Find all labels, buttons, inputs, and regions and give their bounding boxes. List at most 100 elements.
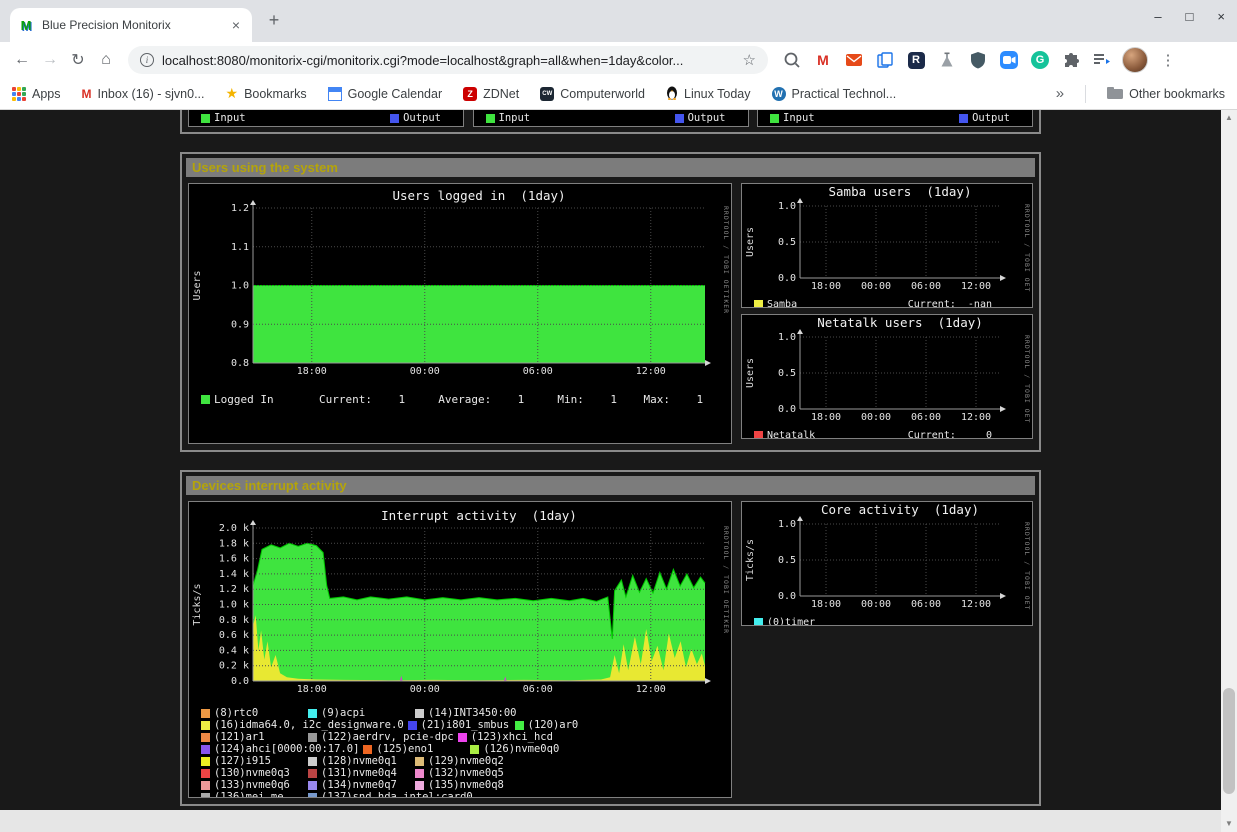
svg-text:1.1: 1.1 xyxy=(231,242,249,253)
forward-button[interactable]: → xyxy=(36,46,64,74)
other-bookmarks-folder[interactable]: Other bookmarks xyxy=(1107,86,1225,102)
vertical-scrollbar[interactable]: ▲ ▼ xyxy=(1221,110,1237,832)
bookmark-label: Computerworld xyxy=(560,87,645,101)
core-activity-graph[interactable]: Core activity (1day)Ticks/s1.00.50.018:0… xyxy=(741,501,1033,626)
interrupt-activity-graph[interactable]: Interrupt activity (1day)Ticks/s2.0 k1.8… xyxy=(188,501,732,798)
search-extension-icon[interactable] xyxy=(782,50,802,70)
svg-text:Ticks/s: Ticks/s xyxy=(745,539,756,581)
bookmarks-overflow-chevron[interactable]: » xyxy=(1056,85,1064,102)
output-swatch-icon xyxy=(390,114,399,123)
reload-button[interactable]: ↻ xyxy=(64,46,92,74)
gmail-extension-icon[interactable]: M xyxy=(813,50,833,70)
mail-extension-icon[interactable] xyxy=(844,50,864,70)
bookmark-apps[interactable]: Apps xyxy=(12,87,61,101)
svg-text:18:00: 18:00 xyxy=(811,412,841,423)
scrollbar-thumb[interactable] xyxy=(1223,688,1235,794)
svg-text:1.2 k: 1.2 k xyxy=(219,584,249,595)
svg-text:RRDTOOL / TOBI OETIKER: RRDTOOL / TOBI OETIKER xyxy=(722,206,730,314)
svg-text:Ticks/s: Ticks/s xyxy=(192,583,203,625)
svg-text:0.5: 0.5 xyxy=(778,555,796,566)
input-swatch-icon xyxy=(201,114,210,123)
svg-text:18:00: 18:00 xyxy=(297,684,327,695)
svg-text:0.9: 0.9 xyxy=(231,319,249,330)
bookmark-label: ZDNet xyxy=(483,87,519,101)
svg-text:0.4 k: 0.4 k xyxy=(219,645,249,656)
computerworld-icon: CW xyxy=(540,87,554,101)
section-title-interrupts: Devices interrupt activity xyxy=(186,476,1035,495)
legend-input: Input xyxy=(201,112,246,124)
window-maximize-button[interactable]: □ xyxy=(1186,9,1194,24)
svg-text:0.2 k: 0.2 k xyxy=(219,661,249,672)
extensions-puzzle-icon[interactable] xyxy=(1061,50,1081,70)
bookmark-inbox[interactable]: M Inbox (16) - sjvn0... xyxy=(82,87,205,101)
address-bar[interactable]: i localhost:8080/monitorix-cgi/monitorix… xyxy=(128,46,768,74)
bookmark-label: Linux Today xyxy=(684,87,751,101)
home-button[interactable]: ⌂ xyxy=(92,46,120,74)
svg-text:0.6 k: 0.6 k xyxy=(219,630,249,641)
svg-text:Users: Users xyxy=(192,270,203,300)
shield-extension-icon[interactable] xyxy=(968,50,988,70)
section-interrupts: Devices interrupt activity Interrupt act… xyxy=(180,470,1041,806)
legend-output: Output xyxy=(390,112,441,124)
bookmark-bookmarks[interactable]: ★ Bookmarks xyxy=(226,85,307,102)
svg-text:12:00: 12:00 xyxy=(636,684,666,695)
svg-text:06:00: 06:00 xyxy=(911,281,941,292)
svg-text:12:00: 12:00 xyxy=(961,599,991,610)
bookmark-star-icon[interactable]: ☆ xyxy=(743,51,756,69)
svg-text:00:00: 00:00 xyxy=(861,412,891,423)
network-graph-cut-1[interactable]: Input Output xyxy=(188,110,464,127)
svg-text:00:00: 00:00 xyxy=(410,366,440,377)
flask-extension-icon[interactable] xyxy=(937,50,957,70)
users-logged-in-graph[interactable]: Users logged in (1day)Users1.21.11.00.90… xyxy=(188,183,732,444)
svg-text:1.0: 1.0 xyxy=(231,281,249,292)
folder-icon xyxy=(1107,86,1123,102)
svg-text:1.6 k: 1.6 k xyxy=(219,554,249,565)
browser-menu-button[interactable]: ⋮ xyxy=(1154,46,1182,74)
svg-text:1.0: 1.0 xyxy=(778,201,796,212)
bookmark-linux-today[interactable]: Linux Today xyxy=(666,85,751,103)
svg-text:Users logged in (1day): Users logged in (1day) xyxy=(392,188,565,203)
r-extension-icon[interactable]: R xyxy=(906,50,926,70)
monitorix-page: Input Output Input Output Input Output U… xyxy=(180,110,1041,806)
network-graph-cut-2[interactable]: Input Output xyxy=(473,110,749,127)
bookmark-google-calendar[interactable]: Google Calendar xyxy=(328,87,443,101)
window-minimize-button[interactable]: – xyxy=(1154,9,1161,24)
scroll-up-arrow[interactable]: ▲ xyxy=(1221,110,1237,126)
window-controls: – □ × xyxy=(1154,9,1225,24)
netatalk-users-graph[interactable]: Netatalk users (1day)Users1.00.50.018:00… xyxy=(741,314,1033,439)
samba-users-graph[interactable]: Samba users (1day)Users1.00.50.018:0000:… xyxy=(741,183,1033,308)
svg-text:18:00: 18:00 xyxy=(811,281,841,292)
copy-pages-extension-icon[interactable] xyxy=(875,50,895,70)
bookmark-label: Apps xyxy=(32,87,61,101)
url-text[interactable]: localhost:8080/monitorix-cgi/monitorix.c… xyxy=(162,53,735,68)
svg-text:12:00: 12:00 xyxy=(636,366,666,377)
new-tab-button[interactable]: + xyxy=(262,10,286,31)
site-info-icon[interactable]: i xyxy=(140,53,154,67)
network-graph-cut-3[interactable]: Input Output xyxy=(757,110,1033,127)
svg-text:RRDTOOL / TOBI OETIKER: RRDTOOL / TOBI OETIKER xyxy=(722,526,730,634)
monitorix-favicon-icon: M xyxy=(18,18,34,33)
zoom-extension-icon[interactable] xyxy=(999,50,1019,70)
bookmark-practical-technology[interactable]: W Practical Technol... xyxy=(772,87,897,101)
profile-avatar[interactable] xyxy=(1122,47,1148,73)
gmail-icon: M xyxy=(82,87,92,101)
scroll-down-arrow[interactable]: ▼ xyxy=(1221,816,1237,832)
svg-text:00:00: 00:00 xyxy=(861,599,891,610)
grammarly-extension-icon[interactable]: G xyxy=(1030,50,1050,70)
svg-text:Core activity (1day): Core activity (1day) xyxy=(821,502,979,517)
wordpress-icon: W xyxy=(772,87,786,101)
svg-text:0.5: 0.5 xyxy=(778,368,796,379)
window-close-button[interactable]: × xyxy=(1217,9,1225,24)
input-swatch-icon xyxy=(486,114,495,123)
svg-text:12:00: 12:00 xyxy=(961,281,991,292)
svg-text:Interrupt activity (1day): Interrupt activity (1day) xyxy=(381,508,577,523)
back-button[interactable]: ← xyxy=(8,46,36,74)
svg-text:1.0 k: 1.0 k xyxy=(219,600,249,611)
playlist-extension-icon[interactable] xyxy=(1092,50,1112,70)
svg-text:0.8 k: 0.8 k xyxy=(219,615,249,626)
bookmark-computerworld[interactable]: CW Computerworld xyxy=(540,87,645,101)
tab-close-icon[interactable]: × xyxy=(228,17,244,33)
browser-tab[interactable]: M Blue Precision Monitorix × xyxy=(10,8,252,42)
bookmark-zdnet[interactable]: Z ZDNet xyxy=(463,87,519,101)
svg-text:Users: Users xyxy=(745,227,756,257)
